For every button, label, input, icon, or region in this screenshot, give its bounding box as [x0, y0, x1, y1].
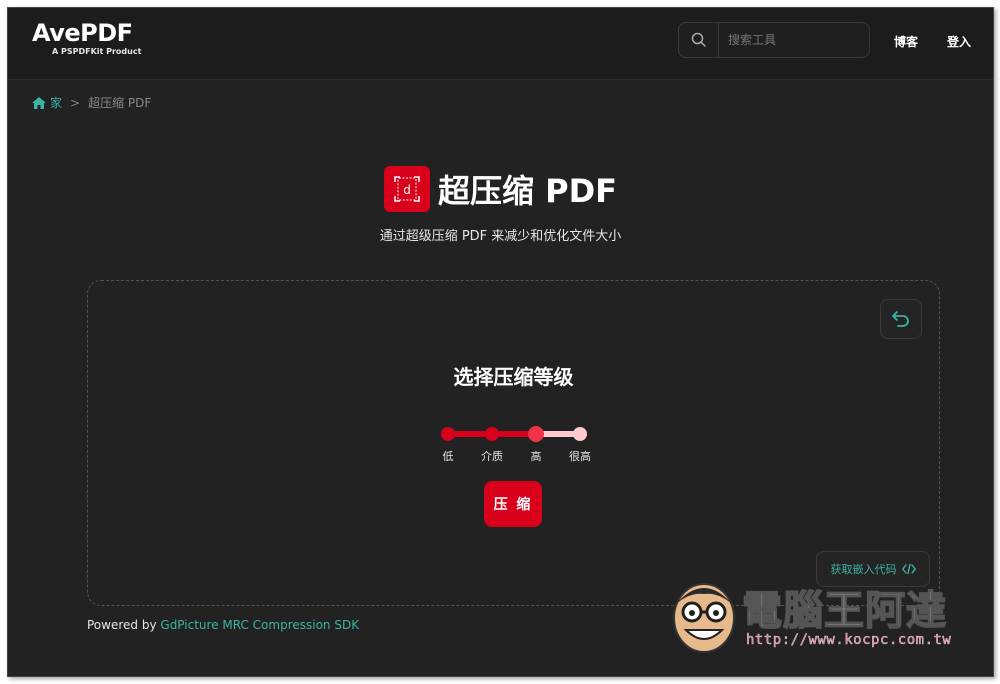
- logo-part-2: e: [64, 19, 81, 47]
- logo-part-1: Av: [32, 19, 65, 47]
- search-input[interactable]: [719, 33, 859, 47]
- level-label-high: 高: [530, 450, 542, 463]
- level-label-very-high: 很高: [569, 450, 591, 463]
- level-label-medium: 介质: [481, 450, 503, 463]
- breadcrumb-separator: >: [70, 95, 81, 110]
- page-title: 超压缩 PDF: [437, 172, 618, 210]
- breadcrumb-current: 超压缩 PDF: [88, 96, 152, 110]
- tool-panel: 选择压缩等级 低 介质 高 很高 压 缩 获取嵌入代码: [87, 280, 940, 606]
- page-subtitle: 通过超级压缩 PDF 来减少和优化文件大小: [379, 229, 622, 244]
- powered-by: Powered by GdPicture MRC Compression SDK: [87, 618, 359, 632]
- search-icon[interactable]: [679, 23, 719, 57]
- search-box[interactable]: [678, 22, 870, 58]
- app-window: AvePDF A PSPDFKit Product 博客 登入 家 > 超压缩 …: [7, 7, 994, 677]
- watermark-text: 電腦王阿達: [741, 587, 947, 635]
- breadcrumb-home-link[interactable]: 家: [32, 94, 62, 111]
- reset-button[interactable]: [880, 299, 922, 339]
- code-icon: [901, 564, 916, 574]
- avepdf-logo[interactable]: AvePDF A PSPDFKit Product: [32, 20, 141, 56]
- compression-level-heading: 选择压缩等级: [453, 365, 574, 389]
- slider-stop-low[interactable]: [441, 427, 455, 441]
- top-header: AvePDF A PSPDFKit Product 博客 登入: [8, 8, 993, 80]
- home-icon: [32, 96, 46, 109]
- mascot-face-icon: [673, 583, 735, 653]
- undo-icon: [892, 311, 909, 327]
- logo-tagline: A PSPDFKit Product: [52, 47, 142, 56]
- level-label-low: 低: [442, 450, 454, 463]
- nav-login-link[interactable]: 登入: [947, 33, 971, 50]
- slider-handle[interactable]: [528, 426, 544, 442]
- logo-wordmark: AvePDF: [32, 20, 141, 46]
- logo-part-3: PDF: [80, 19, 133, 47]
- kocpc-watermark: 電腦王阿達 http://www.kocpc.com.tw: [668, 574, 968, 660]
- compression-level-slider[interactable]: 低 介质 高 很高: [439, 421, 591, 463]
- watermark-url: http://www.kocpc.com.tw: [746, 632, 952, 648]
- page-title-row: d 超压缩 PDF: [8, 166, 993, 212]
- powered-by-label: Powered by: [87, 618, 157, 632]
- breadcrumb: 家 > 超压缩 PDF: [32, 94, 151, 111]
- compress-button[interactable]: 压 缩: [484, 481, 542, 527]
- slider-stop-very-high[interactable]: [573, 427, 587, 441]
- slider-stop-medium[interactable]: [485, 427, 499, 441]
- nav-blog-link[interactable]: 博客: [894, 33, 918, 50]
- breadcrumb-home-label: 家: [50, 96, 63, 110]
- compress-tool-icon: d: [383, 166, 430, 212]
- gdpicture-sdk-link[interactable]: GdPicture MRC Compression SDK: [160, 618, 359, 632]
- svg-text:d: d: [403, 183, 411, 197]
